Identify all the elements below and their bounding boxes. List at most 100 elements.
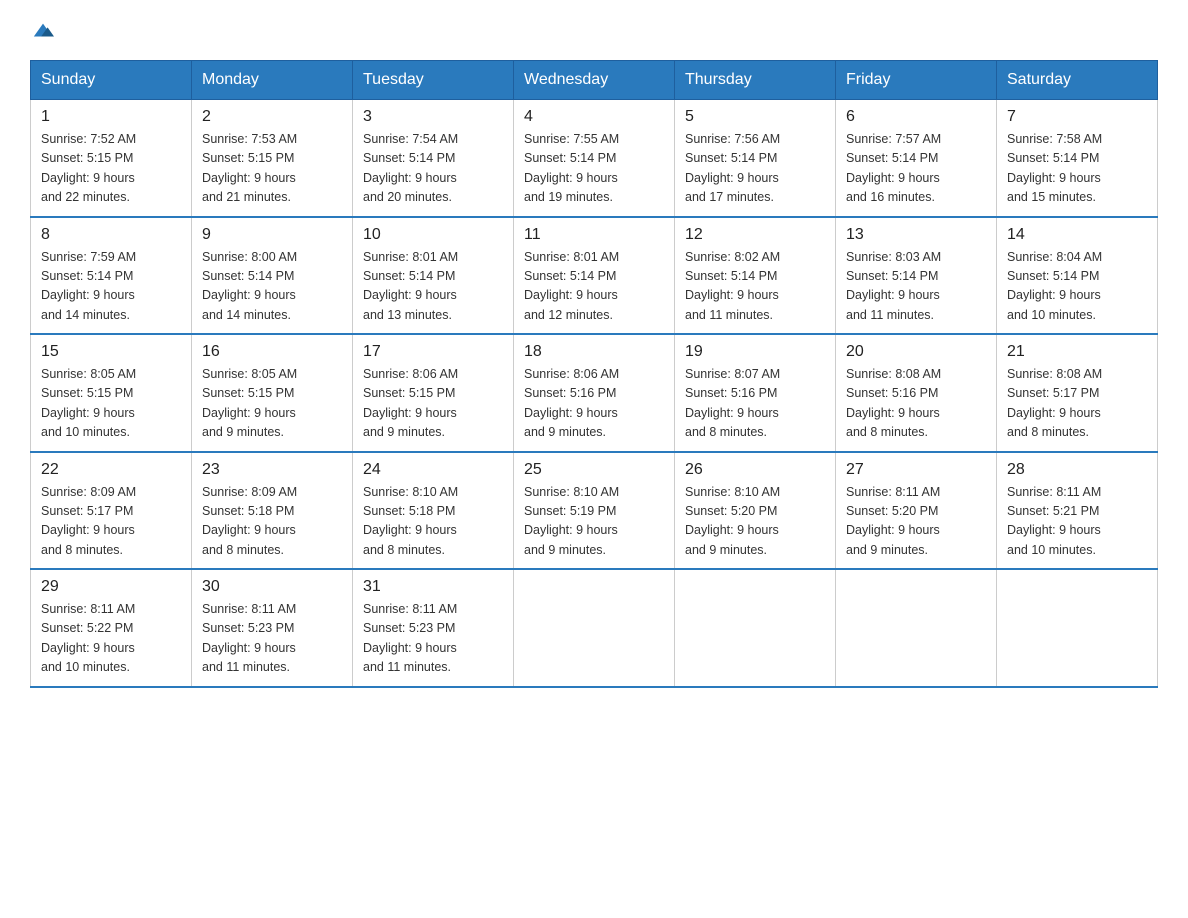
day-number: 21 — [1007, 343, 1147, 361]
calendar-cell: 14 Sunrise: 8:04 AM Sunset: 5:14 PM Dayl… — [997, 217, 1158, 335]
day-number: 15 — [41, 343, 181, 361]
day-info: Sunrise: 7:55 AM Sunset: 5:14 PM Dayligh… — [524, 130, 664, 208]
day-number: 19 — [685, 343, 825, 361]
calendar-cell — [514, 569, 675, 687]
header-tuesday: Tuesday — [353, 61, 514, 100]
day-number: 8 — [41, 226, 181, 244]
calendar-cell: 26 Sunrise: 8:10 AM Sunset: 5:20 PM Dayl… — [675, 452, 836, 570]
calendar-cell: 2 Sunrise: 7:53 AM Sunset: 5:15 PM Dayli… — [192, 100, 353, 217]
calendar-cell: 24 Sunrise: 8:10 AM Sunset: 5:18 PM Dayl… — [353, 452, 514, 570]
calendar-body: 1 Sunrise: 7:52 AM Sunset: 5:15 PM Dayli… — [31, 100, 1158, 687]
day-number: 5 — [685, 108, 825, 126]
day-number: 11 — [524, 226, 664, 244]
day-number: 31 — [363, 578, 503, 596]
day-number: 6 — [846, 108, 986, 126]
day-number: 10 — [363, 226, 503, 244]
calendar-cell: 13 Sunrise: 8:03 AM Sunset: 5:14 PM Dayl… — [836, 217, 997, 335]
day-info: Sunrise: 8:10 AM Sunset: 5:20 PM Dayligh… — [685, 483, 825, 561]
day-number: 24 — [363, 461, 503, 479]
day-number: 30 — [202, 578, 342, 596]
calendar-cell: 1 Sunrise: 7:52 AM Sunset: 5:15 PM Dayli… — [31, 100, 192, 217]
day-info: Sunrise: 7:57 AM Sunset: 5:14 PM Dayligh… — [846, 130, 986, 208]
calendar-week-2: 8 Sunrise: 7:59 AM Sunset: 5:14 PM Dayli… — [31, 217, 1158, 335]
header-friday: Friday — [836, 61, 997, 100]
day-info: Sunrise: 8:08 AM Sunset: 5:17 PM Dayligh… — [1007, 365, 1147, 443]
calendar-cell: 19 Sunrise: 8:07 AM Sunset: 5:16 PM Dayl… — [675, 334, 836, 452]
day-info: Sunrise: 8:01 AM Sunset: 5:14 PM Dayligh… — [363, 248, 503, 326]
calendar-cell: 9 Sunrise: 8:00 AM Sunset: 5:14 PM Dayli… — [192, 217, 353, 335]
header-monday: Monday — [192, 61, 353, 100]
day-info: Sunrise: 8:11 AM Sunset: 5:22 PM Dayligh… — [41, 600, 181, 678]
calendar-cell: 10 Sunrise: 8:01 AM Sunset: 5:14 PM Dayl… — [353, 217, 514, 335]
page-header — [30, 20, 1158, 40]
calendar-cell: 16 Sunrise: 8:05 AM Sunset: 5:15 PM Dayl… — [192, 334, 353, 452]
calendar-cell: 12 Sunrise: 8:02 AM Sunset: 5:14 PM Dayl… — [675, 217, 836, 335]
header-thursday: Thursday — [675, 61, 836, 100]
day-number: 27 — [846, 461, 986, 479]
day-info: Sunrise: 8:11 AM Sunset: 5:23 PM Dayligh… — [202, 600, 342, 678]
day-number: 7 — [1007, 108, 1147, 126]
day-number: 22 — [41, 461, 181, 479]
day-info: Sunrise: 8:05 AM Sunset: 5:15 PM Dayligh… — [41, 365, 181, 443]
calendar-cell: 8 Sunrise: 7:59 AM Sunset: 5:14 PM Dayli… — [31, 217, 192, 335]
day-info: Sunrise: 7:52 AM Sunset: 5:15 PM Dayligh… — [41, 130, 181, 208]
calendar-cell — [836, 569, 997, 687]
calendar-cell: 29 Sunrise: 8:11 AM Sunset: 5:22 PM Dayl… — [31, 569, 192, 687]
day-info: Sunrise: 8:05 AM Sunset: 5:15 PM Dayligh… — [202, 365, 342, 443]
day-info: Sunrise: 8:06 AM Sunset: 5:16 PM Dayligh… — [524, 365, 664, 443]
calendar-cell: 23 Sunrise: 8:09 AM Sunset: 5:18 PM Dayl… — [192, 452, 353, 570]
day-number: 1 — [41, 108, 181, 126]
calendar-cell: 30 Sunrise: 8:11 AM Sunset: 5:23 PM Dayl… — [192, 569, 353, 687]
header-sunday: Sunday — [31, 61, 192, 100]
calendar-cell: 27 Sunrise: 8:11 AM Sunset: 5:20 PM Dayl… — [836, 452, 997, 570]
calendar-cell: 4 Sunrise: 7:55 AM Sunset: 5:14 PM Dayli… — [514, 100, 675, 217]
day-info: Sunrise: 8:02 AM Sunset: 5:14 PM Dayligh… — [685, 248, 825, 326]
day-info: Sunrise: 7:56 AM Sunset: 5:14 PM Dayligh… — [685, 130, 825, 208]
day-number: 17 — [363, 343, 503, 361]
day-number: 23 — [202, 461, 342, 479]
calendar-cell — [997, 569, 1158, 687]
day-number: 25 — [524, 461, 664, 479]
calendar-cell: 3 Sunrise: 7:54 AM Sunset: 5:14 PM Dayli… — [353, 100, 514, 217]
day-info: Sunrise: 8:10 AM Sunset: 5:18 PM Dayligh… — [363, 483, 503, 561]
calendar-cell: 18 Sunrise: 8:06 AM Sunset: 5:16 PM Dayl… — [514, 334, 675, 452]
calendar-table: SundayMondayTuesdayWednesdayThursdayFrid… — [30, 60, 1158, 688]
calendar-cell: 22 Sunrise: 8:09 AM Sunset: 5:17 PM Dayl… — [31, 452, 192, 570]
day-number: 3 — [363, 108, 503, 126]
day-info: Sunrise: 8:03 AM Sunset: 5:14 PM Dayligh… — [846, 248, 986, 326]
calendar-cell: 15 Sunrise: 8:05 AM Sunset: 5:15 PM Dayl… — [31, 334, 192, 452]
day-info: Sunrise: 7:59 AM Sunset: 5:14 PM Dayligh… — [41, 248, 181, 326]
calendar-cell: 17 Sunrise: 8:06 AM Sunset: 5:15 PM Dayl… — [353, 334, 514, 452]
day-info: Sunrise: 7:54 AM Sunset: 5:14 PM Dayligh… — [363, 130, 503, 208]
calendar-week-5: 29 Sunrise: 8:11 AM Sunset: 5:22 PM Dayl… — [31, 569, 1158, 687]
calendar-cell — [675, 569, 836, 687]
calendar-cell: 7 Sunrise: 7:58 AM Sunset: 5:14 PM Dayli… — [997, 100, 1158, 217]
header-wednesday: Wednesday — [514, 61, 675, 100]
day-number: 29 — [41, 578, 181, 596]
day-number: 9 — [202, 226, 342, 244]
day-info: Sunrise: 7:58 AM Sunset: 5:14 PM Dayligh… — [1007, 130, 1147, 208]
calendar-cell: 20 Sunrise: 8:08 AM Sunset: 5:16 PM Dayl… — [836, 334, 997, 452]
day-info: Sunrise: 8:01 AM Sunset: 5:14 PM Dayligh… — [524, 248, 664, 326]
calendar-cell: 5 Sunrise: 7:56 AM Sunset: 5:14 PM Dayli… — [675, 100, 836, 217]
calendar-cell: 31 Sunrise: 8:11 AM Sunset: 5:23 PM Dayl… — [353, 569, 514, 687]
day-number: 4 — [524, 108, 664, 126]
logo[interactable] — [30, 20, 54, 40]
calendar-cell: 25 Sunrise: 8:10 AM Sunset: 5:19 PM Dayl… — [514, 452, 675, 570]
day-info: Sunrise: 8:08 AM Sunset: 5:16 PM Dayligh… — [846, 365, 986, 443]
day-info: Sunrise: 8:11 AM Sunset: 5:20 PM Dayligh… — [846, 483, 986, 561]
calendar-cell: 11 Sunrise: 8:01 AM Sunset: 5:14 PM Dayl… — [514, 217, 675, 335]
day-info: Sunrise: 8:07 AM Sunset: 5:16 PM Dayligh… — [685, 365, 825, 443]
day-info: Sunrise: 8:00 AM Sunset: 5:14 PM Dayligh… — [202, 248, 342, 326]
day-info: Sunrise: 7:53 AM Sunset: 5:15 PM Dayligh… — [202, 130, 342, 208]
header-saturday: Saturday — [997, 61, 1158, 100]
calendar-week-4: 22 Sunrise: 8:09 AM Sunset: 5:17 PM Dayl… — [31, 452, 1158, 570]
calendar-week-3: 15 Sunrise: 8:05 AM Sunset: 5:15 PM Dayl… — [31, 334, 1158, 452]
day-info: Sunrise: 8:11 AM Sunset: 5:21 PM Dayligh… — [1007, 483, 1147, 561]
day-number: 14 — [1007, 226, 1147, 244]
day-info: Sunrise: 8:11 AM Sunset: 5:23 PM Dayligh… — [363, 600, 503, 678]
day-number: 28 — [1007, 461, 1147, 479]
logo-triangle-icon — [32, 20, 54, 42]
calendar-week-1: 1 Sunrise: 7:52 AM Sunset: 5:15 PM Dayli… — [31, 100, 1158, 217]
day-number: 16 — [202, 343, 342, 361]
